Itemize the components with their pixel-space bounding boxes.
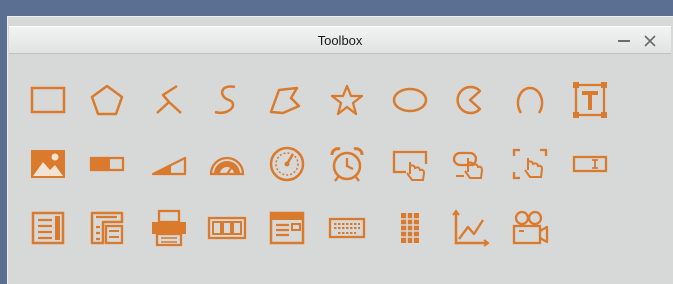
gauge-tool[interactable] bbox=[207, 144, 247, 184]
curve-icon bbox=[214, 85, 236, 115]
video-camera-tool[interactable] bbox=[510, 208, 550, 248]
pentagon-tool[interactable] bbox=[87, 80, 127, 120]
video-camera-icon bbox=[512, 210, 549, 245]
ellipse-tool[interactable] bbox=[390, 80, 430, 120]
pie-icon bbox=[456, 85, 482, 115]
input-field-tool[interactable] bbox=[570, 144, 610, 184]
line-chart-tool[interactable] bbox=[450, 208, 490, 248]
touch-button-tool[interactable] bbox=[450, 144, 490, 184]
gauge-icon bbox=[209, 156, 245, 176]
pentagon-icon bbox=[90, 84, 124, 116]
printer-tool[interactable] bbox=[149, 208, 189, 248]
progress-bar-tool[interactable] bbox=[87, 144, 127, 184]
ellipse-icon bbox=[392, 87, 428, 113]
document-tool[interactable] bbox=[28, 208, 68, 248]
star-icon bbox=[330, 84, 364, 116]
line-chart-icon bbox=[452, 209, 490, 247]
touch-area-icon bbox=[392, 150, 428, 181]
grid-icon bbox=[401, 213, 419, 243]
progress-bar-icon bbox=[89, 156, 125, 172]
arc-tool[interactable] bbox=[510, 80, 550, 120]
rectangle-icon bbox=[30, 86, 66, 114]
toolbox-window: Toolbox bbox=[7, 16, 673, 284]
grid-tool[interactable] bbox=[390, 208, 430, 248]
text-tool[interactable] bbox=[570, 80, 610, 120]
text-icon bbox=[573, 82, 607, 118]
curve-tool[interactable] bbox=[207, 80, 247, 120]
pie-tool[interactable] bbox=[450, 80, 490, 120]
image-tool[interactable] bbox=[28, 144, 68, 184]
panel-icon bbox=[269, 211, 305, 245]
list-box-tool[interactable] bbox=[87, 208, 127, 248]
list-box-icon bbox=[90, 211, 124, 245]
document-icon bbox=[31, 211, 65, 245]
polygon-tool[interactable] bbox=[265, 80, 305, 120]
touch-area-tool[interactable] bbox=[390, 144, 430, 184]
display-icon bbox=[207, 216, 247, 240]
tool-grid bbox=[7, 16, 673, 284]
alarm-clock-tool[interactable] bbox=[327, 144, 367, 184]
slider-tool[interactable] bbox=[149, 144, 189, 184]
keyboard-tool[interactable] bbox=[327, 208, 367, 248]
printer-icon bbox=[152, 209, 186, 247]
polyline-tool[interactable] bbox=[149, 80, 189, 120]
polygon-icon bbox=[269, 86, 301, 115]
dial-tool[interactable] bbox=[267, 144, 307, 184]
touch-button-icon bbox=[452, 151, 484, 179]
panel-tool[interactable] bbox=[267, 208, 307, 248]
star-tool[interactable] bbox=[327, 80, 367, 120]
rectangle-tool[interactable] bbox=[28, 80, 68, 120]
touch-region-tool[interactable] bbox=[510, 144, 550, 184]
polyline-icon bbox=[156, 84, 182, 114]
input-field-icon bbox=[572, 155, 608, 173]
arc-icon bbox=[516, 86, 544, 114]
keyboard-icon bbox=[328, 217, 366, 239]
touch-region-icon bbox=[512, 148, 548, 180]
display-tool[interactable] bbox=[207, 208, 247, 248]
slider-icon bbox=[151, 156, 187, 176]
alarm-clock-icon bbox=[330, 147, 364, 182]
dial-icon bbox=[269, 146, 305, 182]
image-icon bbox=[31, 150, 65, 178]
